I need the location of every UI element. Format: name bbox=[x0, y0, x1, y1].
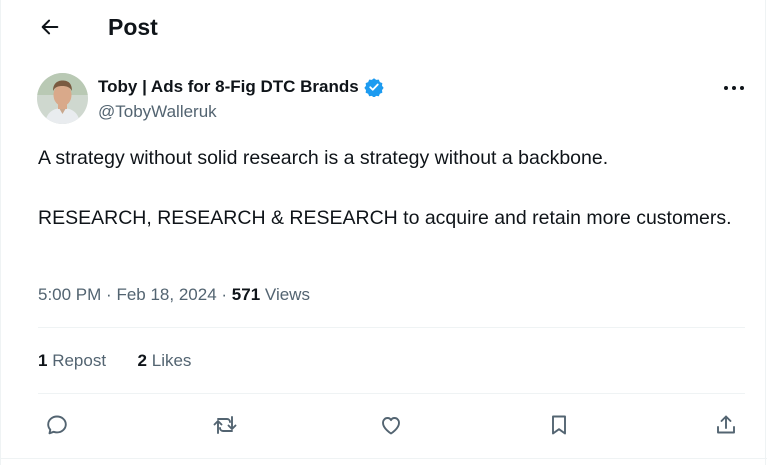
author-name-text: Toby | Ads for 8-Fig DTC Brands bbox=[98, 77, 359, 96]
reposts-stat[interactable]: 1 Repost bbox=[38, 351, 106, 370]
tweet-paragraph: RESEARCH, RESEARCH & RESEARCH to acquire… bbox=[38, 207, 732, 229]
more-horizontal-icon bbox=[724, 86, 744, 90]
tweet-paragraph: A strategy without solid research is a s… bbox=[38, 147, 609, 169]
post-panel: Post Toby | Ads for 8-Fig DTC Brands @To… bbox=[0, 0, 767, 465]
share-icon bbox=[717, 415, 735, 434]
avatar[interactable] bbox=[37, 73, 88, 124]
profile-photo bbox=[37, 73, 88, 124]
likes-label: Likes bbox=[151, 351, 192, 370]
reply-button[interactable] bbox=[38, 406, 76, 444]
action-bar bbox=[1, 400, 767, 448]
repost-button[interactable] bbox=[206, 406, 244, 444]
verified-badge-icon bbox=[364, 77, 384, 97]
heart-icon bbox=[382, 417, 400, 435]
tweet-date[interactable]: Feb 18, 2024 bbox=[116, 285, 216, 304]
reposts-count: 1 bbox=[38, 351, 48, 370]
arrow-left-icon bbox=[41, 19, 59, 35]
views-label: Views bbox=[264, 285, 310, 304]
author-handle[interactable]: @TobyWalleruk bbox=[98, 101, 217, 123]
page-title: Post bbox=[108, 14, 158, 40]
divider bbox=[1, 458, 767, 459]
reply-icon bbox=[47, 415, 67, 435]
meta-separator: · bbox=[106, 285, 112, 304]
likes-stat[interactable]: 2 Likes bbox=[138, 351, 192, 370]
divider bbox=[38, 393, 745, 394]
bookmark-button[interactable] bbox=[540, 406, 578, 444]
reposts-label: Repost bbox=[52, 351, 107, 370]
tweet-time[interactable]: 5:00 PM bbox=[38, 285, 101, 304]
repost-icon bbox=[213, 416, 237, 434]
tweet-text: A strategy without solid research is a s… bbox=[38, 143, 738, 233]
author-name[interactable]: Toby | Ads for 8-Fig DTC Brands bbox=[98, 76, 384, 98]
meta-separator: · bbox=[221, 285, 228, 304]
tweet-meta: 5:00 PM · Feb 18, 2024 · 571 Views bbox=[38, 283, 310, 307]
share-button[interactable] bbox=[707, 406, 745, 444]
likes-count: 2 bbox=[137, 351, 148, 370]
back-button[interactable] bbox=[33, 10, 67, 44]
bookmark-icon bbox=[552, 415, 566, 435]
post-header: Post bbox=[1, 0, 767, 54]
engagement-stats: 1 Repost 2 Likes bbox=[38, 349, 191, 373]
more-options-button[interactable] bbox=[719, 76, 749, 100]
divider bbox=[38, 327, 745, 328]
views-count: 571 bbox=[231, 285, 261, 304]
like-button[interactable] bbox=[372, 406, 410, 444]
